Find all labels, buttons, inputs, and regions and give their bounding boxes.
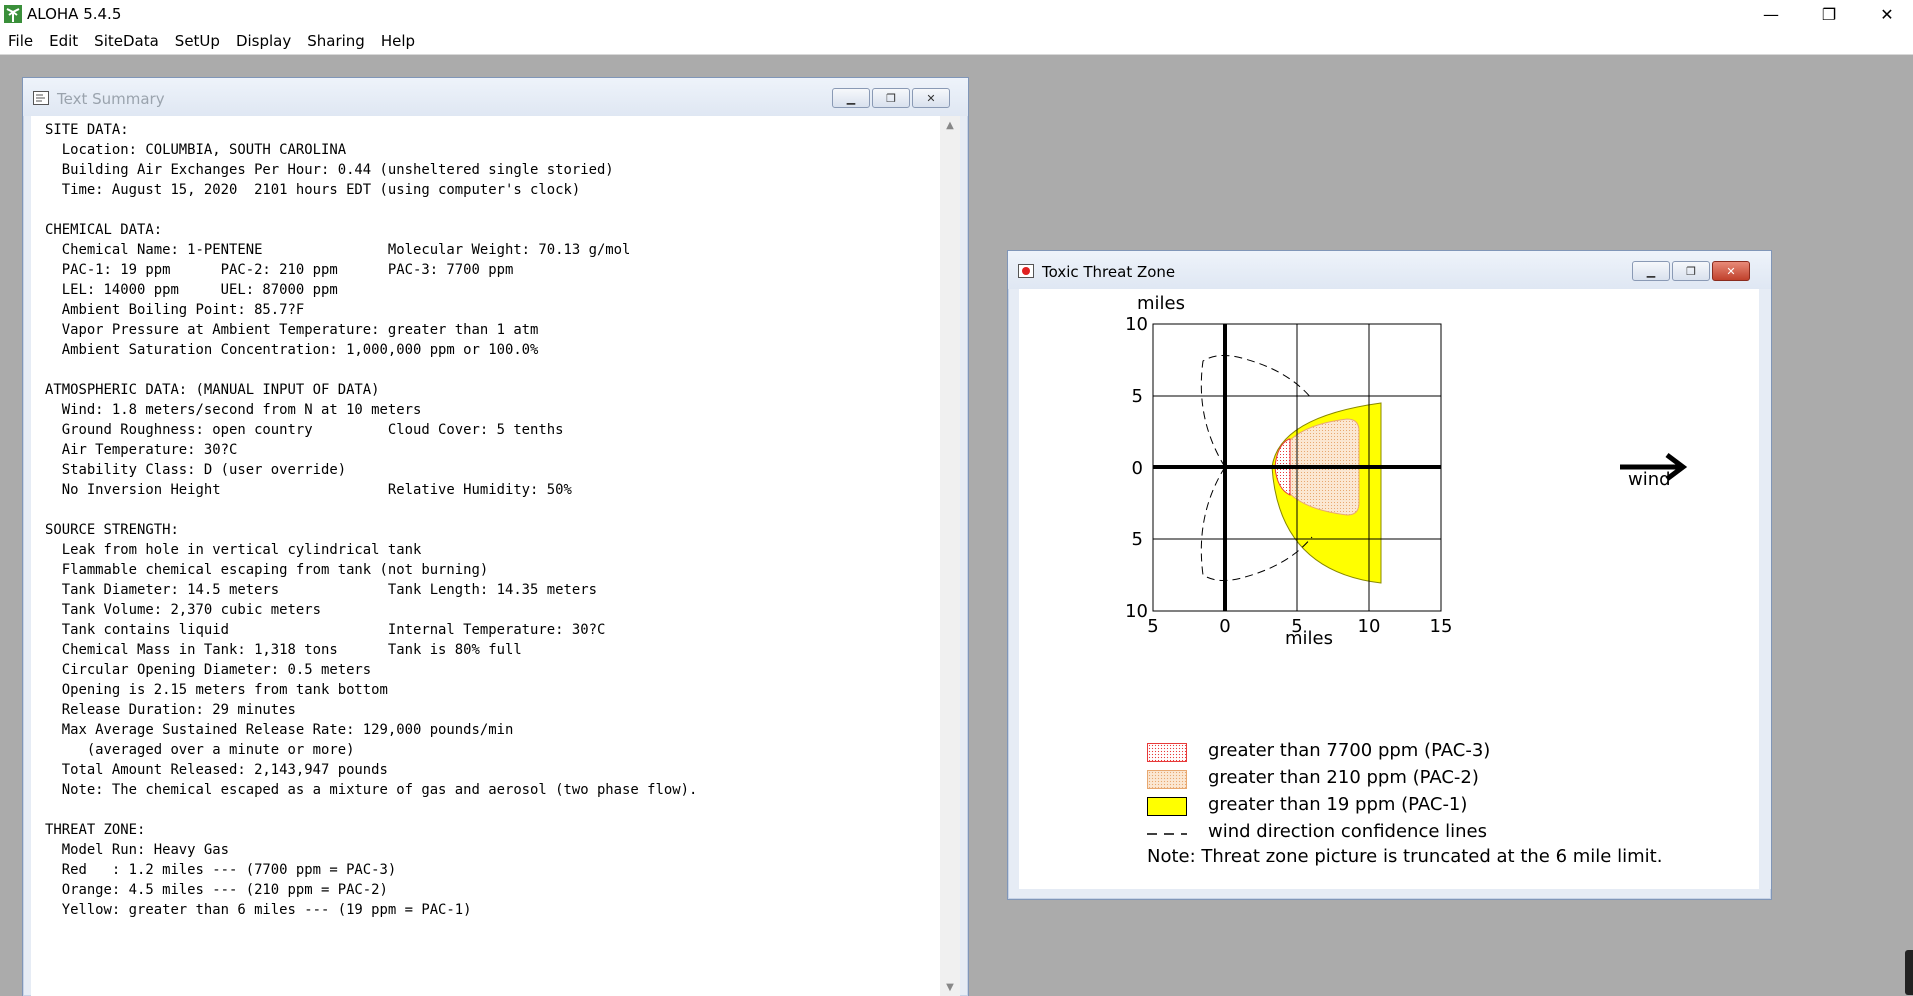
- text-summary-controls: ▁ ❐ ✕: [832, 88, 950, 108]
- y-tick-label: 0: [1132, 458, 1143, 479]
- vertical-scrollbar[interactable]: ▲ ▼: [940, 116, 960, 996]
- app-title: ALOHA 5.4.5: [27, 5, 122, 23]
- x-tick-label: 0: [1219, 616, 1230, 637]
- x-tick-label: 5: [1291, 616, 1302, 637]
- legend-swatch-red: [1147, 743, 1187, 762]
- legend-label: greater than 210 ppm (PAC-2): [1208, 767, 1479, 788]
- y-tick-label: 5: [1132, 529, 1143, 550]
- minimize-button[interactable]: —: [1746, 0, 1796, 29]
- threat-zone-titlebar[interactable]: Toxic Threat Zone ▁ ❐ ✕: [1008, 251, 1771, 289]
- legend-swatch-yellow: [1147, 797, 1187, 816]
- app-titlebar: ALOHA 5.4.5 — ❐ ✕: [0, 0, 1913, 29]
- maximize-button[interactable]: ❐: [1804, 0, 1854, 29]
- threat-zone-icon: [1018, 264, 1034, 278]
- restore-button[interactable]: ❐: [872, 88, 910, 108]
- threat-zone-title: Toxic Threat Zone: [1042, 263, 1176, 281]
- menu-display[interactable]: Display: [228, 29, 299, 54]
- minimize-button[interactable]: ▁: [832, 88, 870, 108]
- threat-zone-controls: ▁ ❐ ✕: [1632, 261, 1750, 281]
- x-tick-label: 5: [1147, 616, 1158, 637]
- scroll-up-icon[interactable]: ▲: [940, 116, 960, 134]
- y-tick-label: 5: [1132, 386, 1143, 407]
- y-axis-label: miles: [1137, 293, 1185, 314]
- screen-edge-handle: [1905, 950, 1913, 995]
- toxic-threat-zone-window: Toxic Threat Zone ▁ ❐ ✕ miles miles 10 5…: [1007, 250, 1772, 900]
- close-button[interactable]: ✕: [1862, 0, 1912, 29]
- window-right-edge: [1760, 289, 1771, 889]
- menu-file[interactable]: File: [0, 29, 41, 54]
- text-summary-title: Text Summary: [57, 90, 165, 108]
- legend-swatch-orange: [1147, 770, 1187, 789]
- menu-edit[interactable]: Edit: [41, 29, 86, 54]
- y-tick-label: 10: [1125, 601, 1148, 622]
- minimize-button[interactable]: ▁: [1632, 261, 1670, 281]
- wind-label: wind: [1628, 469, 1671, 490]
- text-document-icon: [33, 91, 49, 105]
- threat-zone-content: miles miles 10 5 0 5 10 5 0 5 10 15 wind…: [1019, 289, 1759, 889]
- scroll-down-icon[interactable]: ▼: [940, 978, 960, 996]
- menu-help[interactable]: Help: [373, 29, 423, 54]
- summary-text: SITE DATA: Location: COLUMBIA, SOUTH CAR…: [45, 122, 698, 918]
- aloha-palm-icon: [4, 5, 22, 23]
- text-summary-content: SITE DATA: Location: COLUMBIA, SOUTH CAR…: [31, 116, 940, 996]
- x-tick-label: 15: [1430, 616, 1453, 637]
- menu-setup[interactable]: SetUp: [167, 29, 228, 54]
- legend-swatch-dashed-line: [1147, 833, 1187, 835]
- text-summary-titlebar[interactable]: Text Summary ▁ ❐ ✕: [23, 78, 968, 116]
- menu-sitedata[interactable]: SiteData: [86, 29, 167, 54]
- menu-sharing[interactable]: Sharing: [299, 29, 373, 54]
- legend-label: wind direction confidence lines: [1208, 821, 1487, 842]
- menu-bar: File Edit SiteData SetUp Display Sharing…: [0, 29, 1913, 55]
- legend-label: greater than 19 ppm (PAC-1): [1208, 794, 1468, 815]
- close-button[interactable]: ✕: [1712, 261, 1750, 281]
- restore-button[interactable]: ❐: [1672, 261, 1710, 281]
- y-tick-label: 10: [1125, 314, 1148, 335]
- close-button[interactable]: ✕: [912, 88, 950, 108]
- y-tick-labels: 10 5 0 5 10: [1125, 314, 1148, 622]
- x-tick-labels: 5 0 5 10 15: [1147, 616, 1452, 637]
- text-summary-window: Text Summary ▁ ❐ ✕ SITE DATA: Location: …: [22, 77, 969, 996]
- legend-label: greater than 7700 ppm (PAC-3): [1208, 740, 1491, 761]
- x-tick-label: 10: [1358, 616, 1381, 637]
- truncation-note: Note: Threat zone picture is truncated a…: [1147, 846, 1663, 867]
